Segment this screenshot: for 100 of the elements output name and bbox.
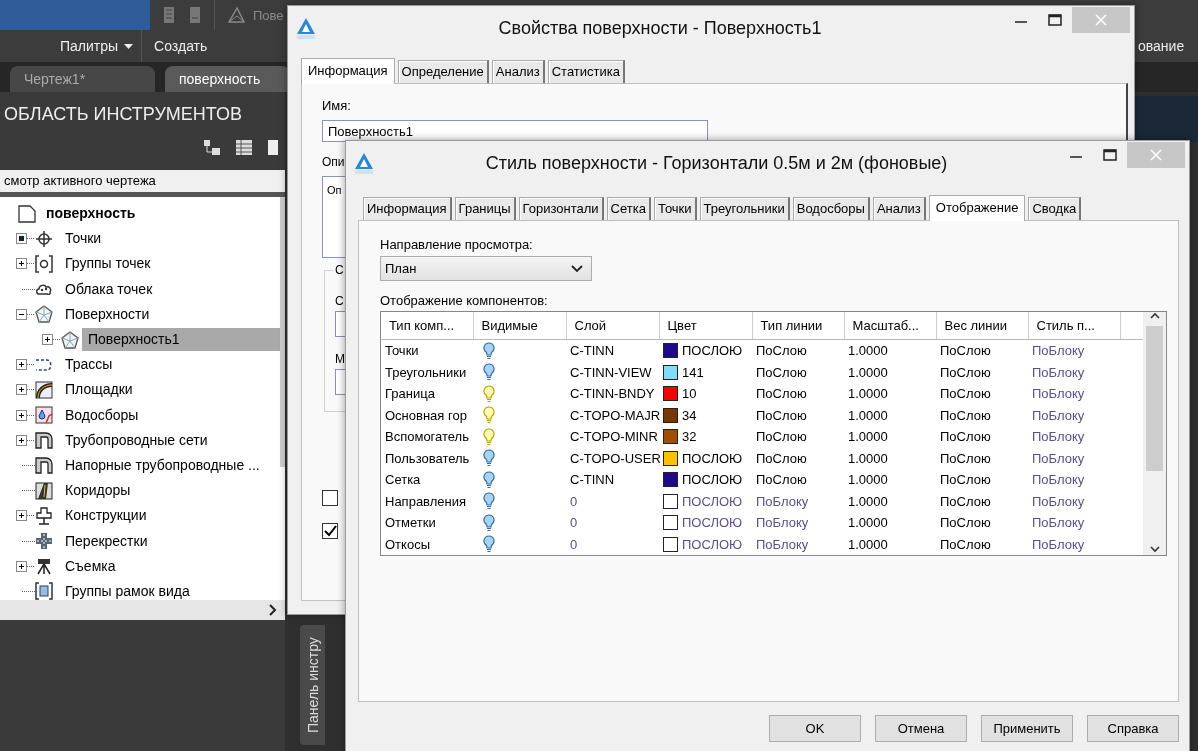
table-cell-text: Граница [384,385,436,404]
tree-item[interactable]: Конструкции [59,504,280,528]
table-cell-text: ПоБлоку [1031,363,1086,382]
file-tab[interactable]: Чертеж1* [10,66,155,92]
tree-item[interactable]: Водосборы [59,403,280,427]
scrollbar-thumb[interactable] [1146,326,1163,471]
color-swatch[interactable] [663,343,678,359]
tab[interactable]: Треугольники [699,197,790,220]
pipe-icon [35,456,53,475]
table-cell-text: 1.0000 [847,535,889,554]
table-cell-text: ПоБлоку [1031,535,1086,554]
table-cell-text: Сетка [384,471,422,490]
tab[interactable]: Сетка [606,197,651,220]
color-swatch[interactable] [663,364,678,380]
dialog-button[interactable]: Применить [981,715,1073,742]
light-bulb-off-icon[interactable] [483,535,495,554]
frame-icon [35,582,53,601]
column-header[interactable]: Вес линии [936,312,1028,340]
view-direction-dropdown[interactable]: План [380,256,592,281]
table-cell-text: Треугольники [384,363,468,382]
name-field[interactable]: Поверхность1 [322,120,708,142]
file-tab[interactable]: поверхность [165,66,290,92]
light-bulb-off-icon[interactable] [483,449,495,468]
table-cell-text: ПоСлою [755,428,808,447]
tab[interactable]: Водосборы [792,197,870,220]
column-header[interactable]: Слой [566,312,659,340]
tree-item[interactable]: Перекрестки [59,529,280,553]
tree-item[interactable]: Напорные трубопроводные ... [59,453,280,477]
scroll-up-icon[interactable] [1149,312,1160,320]
column-header[interactable]: Тип линии [752,312,844,340]
table-icon[interactable] [235,139,253,156]
hierarchy-icon[interactable] [203,139,221,156]
color-swatch[interactable] [663,450,678,466]
tree-item[interactable]: Поверхность1 [82,328,280,352]
light-bulb-off-icon[interactable] [483,492,495,511]
tripod-icon [35,557,53,576]
column-header[interactable]: Цвет [659,312,752,340]
color-swatch[interactable] [663,493,678,509]
scrollbar[interactable] [1143,312,1166,555]
tree-item[interactable]: Точки [59,227,280,251]
light-bulb-off-icon[interactable] [483,470,495,489]
table-cell: ПОСЛОЮ [682,450,743,466]
table-cell-text: ПоБлоку [1031,449,1086,468]
page-icon[interactable] [267,139,279,156]
tree-item[interactable]: Площадки [59,378,280,402]
light-bulb-off-icon[interactable] [483,363,495,382]
tab[interactable]: Информация [301,58,395,84]
table-cell-text: ПоСлою [939,492,992,511]
scroll-right-icon[interactable] [269,604,277,616]
table-cell-text: ПоСлою [939,363,992,382]
scrollbar[interactable] [280,197,285,467]
tab[interactable]: Анализ [872,197,926,220]
tab[interactable]: Границы [454,197,516,220]
dialog-button[interactable]: OK [769,715,861,742]
tab[interactable]: Статистика [547,60,625,83]
color-swatch[interactable] [663,472,678,488]
tab[interactable]: Информация [363,197,452,220]
text-field[interactable] [335,369,345,395]
scroll-down-icon[interactable] [1149,545,1160,555]
color-swatch[interactable] [663,386,678,402]
tree-item[interactable]: Облака точек [59,277,280,301]
color-swatch[interactable] [663,515,678,531]
light-bulb-off-icon[interactable] [483,341,495,360]
light-bulb-off-icon[interactable] [483,513,495,532]
tree-item[interactable]: Коридоры [59,479,280,503]
tree-item[interactable]: Трубопроводные сети [59,428,280,452]
checkbox[interactable] [322,490,338,506]
tree-item[interactable]: поверхность [40,202,280,226]
tab[interactable]: Горизонтали [518,197,604,220]
tab[interactable]: Анализ [491,60,545,83]
structure-icon [35,506,53,525]
description-field[interactable]: Оп [322,176,346,258]
tree-item[interactable]: Трассы [59,353,280,377]
dialog-button[interactable]: Отмена [875,715,967,742]
tab[interactable]: Точки [653,197,697,220]
text-field[interactable] [335,311,345,337]
table-cell-text: 1.0000 [847,363,889,382]
side-panel-tab[interactable]: Панель инстру [300,625,325,745]
tree-item[interactable]: Съемка [59,554,280,578]
color-swatch[interactable] [663,407,678,423]
color-swatch[interactable] [663,429,678,445]
scrollbar[interactable] [0,600,285,620]
document-icon[interactable] [188,6,202,24]
ribbon-panel-button[interactable]: ование [1138,38,1198,54]
column-header[interactable]: Масштаб... [844,312,936,340]
color-swatch[interactable] [663,536,678,552]
tab[interactable]: Сводка [1028,197,1082,220]
surface-icon[interactable] [227,6,245,24]
tab[interactable]: Отображение [928,195,1026,221]
column-header[interactable]: Видимые [473,312,566,340]
tree-item[interactable]: Поверхности [59,302,280,326]
tab[interactable]: Определение [397,60,489,83]
column-header[interactable]: Тип комп... [381,312,473,340]
column-header[interactable]: Стиль п... [1028,312,1120,340]
document-icon[interactable] [162,6,176,24]
tree-item[interactable]: Группы точек [59,252,280,276]
checkbox[interactable] [322,523,338,539]
tree-item[interactable]: Группы рамок вида [59,579,280,603]
dialog-button[interactable]: Справка [1087,715,1179,742]
app-icon [354,152,374,174]
